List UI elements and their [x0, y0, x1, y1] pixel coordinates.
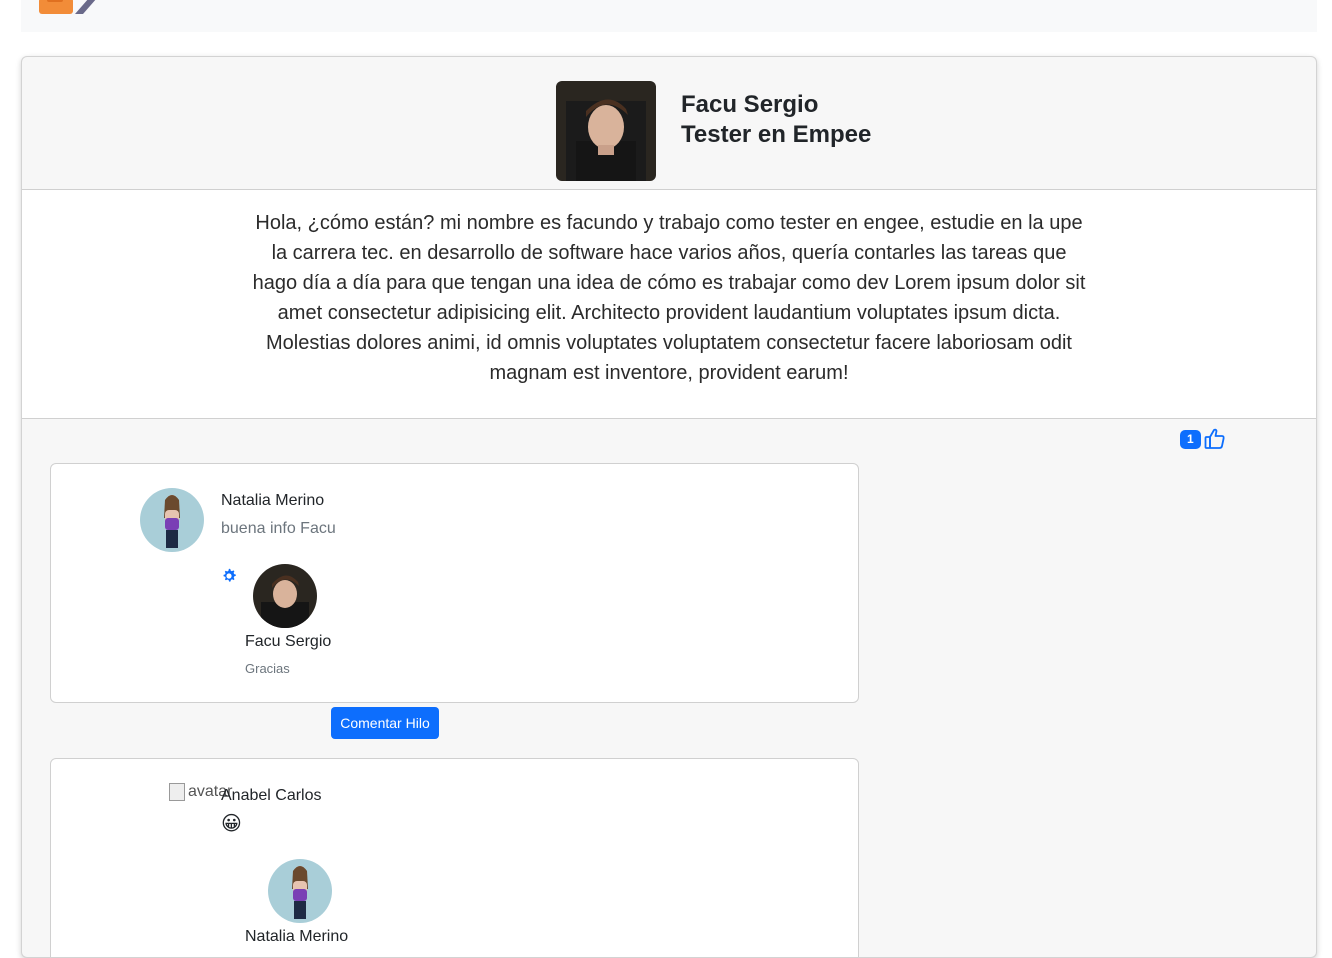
author-role: Tester en Empee: [681, 121, 872, 148]
comment-card: Natalia Merino buena info Facu Facu Serg…: [50, 463, 859, 703]
gear-icon[interactable]: [221, 568, 237, 584]
comment-author: Natalia Merino: [221, 492, 325, 509]
comment-emoji: 😀: [221, 813, 242, 835]
post-text: Hola, ¿cómo están? mi nombre es facundo …: [252, 212, 1086, 384]
likes-count-badge: 1: [1180, 429, 1201, 449]
commenter-avatar: [140, 488, 204, 552]
broken-image-icon: [169, 783, 185, 801]
comment-author: Anabel Carlos: [221, 787, 322, 804]
author-name: Facu Sergio: [681, 91, 819, 118]
post-header: Facu Sergio Tester en Empee: [22, 57, 1316, 190]
brand-logo-icon[interactable]: [37, 0, 107, 18]
comment-thread-button[interactable]: Comentar Hilo: [331, 707, 439, 739]
reply-avatar: [253, 564, 317, 628]
reply-author: Natalia Merino: [245, 928, 349, 945]
thumbs-up-icon[interactable]: [1203, 427, 1227, 451]
reply-author: Facu Sergio: [245, 633, 332, 650]
post-body: Hola, ¿cómo están? mi nombre es facundo …: [22, 190, 1316, 419]
reply-text: Gracias: [245, 661, 290, 676]
comment-text: buena info Facu: [221, 520, 336, 537]
top-navbar: [21, 0, 1317, 32]
comment-card: avatar Anabel Carlos 😀 Natalia Merino: [50, 758, 859, 957]
reply-avatar: [268, 859, 332, 923]
like-control[interactable]: 1: [1180, 427, 1227, 451]
post-card: Facu Sergio Tester en Empee Hola, ¿cómo …: [21, 56, 1317, 958]
author-avatar: [556, 81, 656, 181]
